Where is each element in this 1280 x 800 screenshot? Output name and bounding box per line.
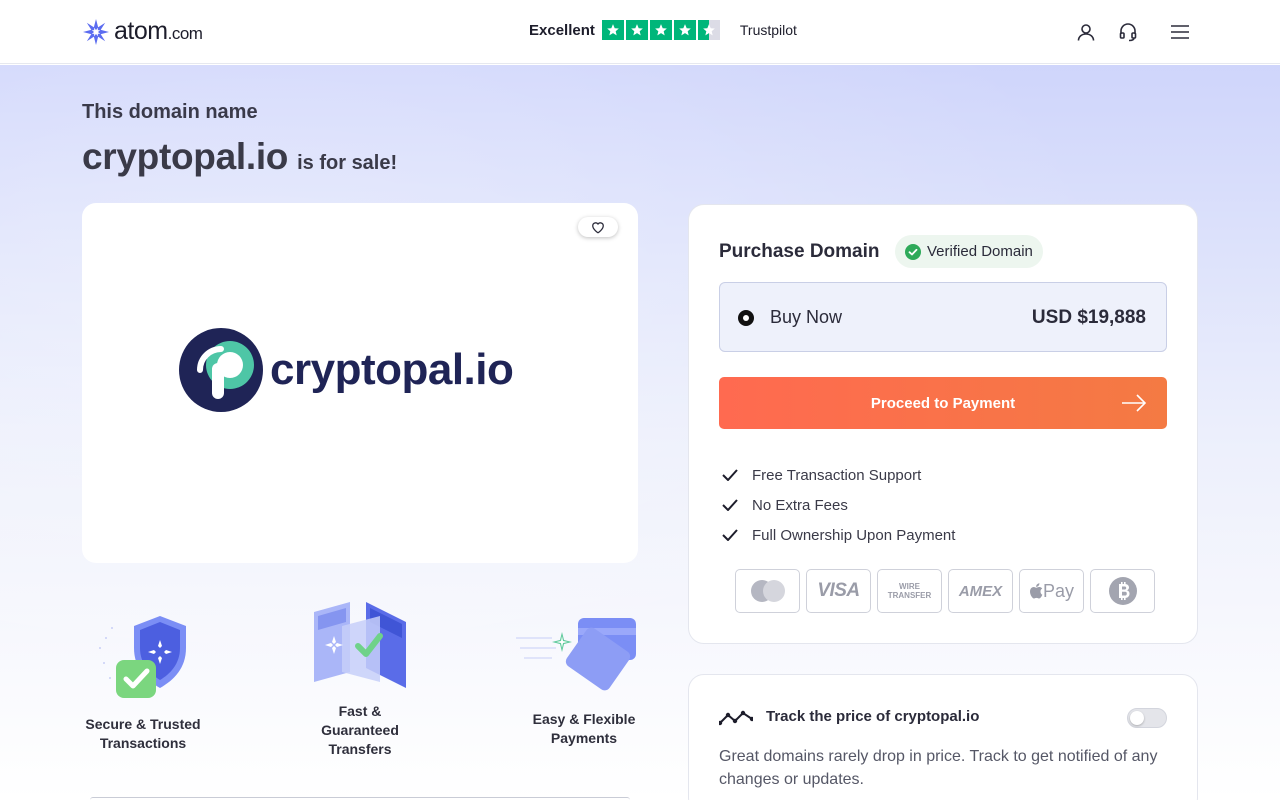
purchase-card: Purchase Domain Verified Domain Buy Now … — [688, 204, 1198, 644]
domain-intro: This domain name — [82, 101, 258, 123]
payment-methods: VISA WIRE TRANSFER AMEX Pay — [735, 569, 1155, 613]
feature-payments: Easy & Flexible Payments — [532, 711, 636, 746]
cryptopal-mark-icon — [179, 328, 263, 412]
benefit-label: No Extra Fees — [752, 496, 848, 514]
cryptopal-wordmark: cryptopal.io — [270, 345, 514, 394]
wire-transfer-icon: WIRE TRANSFER — [877, 569, 942, 613]
domain-name: cryptopal.io — [82, 136, 289, 177]
atom-logo[interactable]: atom.com — [82, 17, 203, 46]
card-icon — [516, 612, 640, 701]
star-icon — [625, 20, 648, 40]
track-price-toggle[interactable] — [1127, 708, 1167, 728]
trustpilot-rating[interactable]: Excellent Trustpilot — [529, 20, 797, 40]
buy-now-price: USD $19,888 — [1031, 307, 1146, 328]
cryptopal-logo: cryptopal.io — [178, 327, 514, 413]
trend-chart-icon — [719, 710, 753, 726]
price-tracker-card: Track the price of cryptopal.io Great do… — [688, 674, 1198, 800]
half-star-icon — [697, 20, 720, 40]
shield-check-icon — [96, 608, 192, 707]
domain-logo-card: cryptopal.io — [82, 203, 638, 563]
check-icon — [722, 469, 740, 481]
verified-badge: Verified Domain — [895, 235, 1043, 268]
proceed-label: Proceed to Payment — [870, 394, 1016, 412]
buy-now-label: Buy Now — [770, 307, 843, 327]
buy-now-option[interactable]: Buy Now USD $19,888 — [719, 282, 1167, 352]
benefit-item: No Extra Fees — [722, 490, 955, 520]
header-actions — [1074, 20, 1192, 44]
buy-now-radio[interactable] — [738, 310, 754, 326]
domain-heading: cryptopal.io is for sale! — [82, 136, 397, 178]
user-icon[interactable] — [1074, 20, 1098, 44]
verified-label: Verified Domain — [927, 243, 1033, 260]
check-icon — [722, 499, 740, 511]
purchase-title: Purchase Domain — [719, 241, 880, 262]
heart-icon — [592, 221, 604, 234]
favorite-button[interactable] — [578, 217, 618, 237]
star-icon — [673, 20, 696, 40]
benefit-item: Free Transaction Support — [722, 460, 955, 490]
benefit-label: Free Transaction Support — [752, 466, 922, 484]
verified-check-icon — [905, 243, 921, 260]
transfer-icon — [306, 598, 412, 695]
trust-rating-label: Excellent — [529, 21, 595, 39]
star-icon — [649, 20, 672, 40]
track-description: Great domains rarely drop in price. Trac… — [719, 748, 1158, 788]
feature-secure: Secure & Trusted Transactions — [85, 716, 201, 751]
atom-logo-icon — [83, 18, 109, 45]
star-icon — [601, 20, 624, 40]
arrow-right-icon — [1122, 394, 1147, 412]
check-icon — [722, 529, 740, 541]
site-header: atom.com Excellent Trustpilot — [0, 0, 1280, 64]
apple-pay-icon: Pay — [1019, 569, 1084, 613]
trust-stars — [601, 20, 720, 40]
logo-text: atom.com — [114, 17, 203, 45]
menu-icon[interactable] — [1168, 20, 1192, 44]
track-title: Track the price of cryptopal.io — [766, 708, 980, 725]
benefit-label: Full Ownership Upon Payment — [752, 526, 956, 544]
proceed-to-payment-button[interactable]: Proceed to Payment — [719, 377, 1167, 429]
feature-fast: Fast & Guaranteed Transfers — [321, 703, 399, 757]
benefit-item: Full Ownership Upon Payment — [722, 520, 955, 550]
bitcoin-icon — [1090, 569, 1155, 613]
mastercard-icon — [735, 569, 800, 613]
trustpilot-brand: Trustpilot — [739, 22, 797, 38]
for-sale-label: is for sale! — [297, 152, 398, 174]
headset-icon[interactable] — [1116, 20, 1140, 44]
amex-icon: AMEX — [948, 569, 1013, 613]
visa-icon: VISA — [806, 569, 871, 613]
benefits-list: Free Transaction Support No Extra Fees F… — [722, 460, 955, 550]
